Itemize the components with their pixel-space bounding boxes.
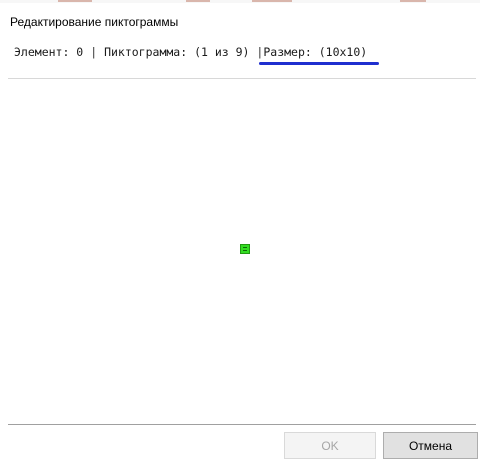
separator: | [256,45,264,59]
size-label-wrap: Размер: (10x10) [259,44,380,65]
window-top-edge [0,0,480,3]
header-divider [8,78,476,79]
element-label: Элемент: 0 [14,45,84,59]
ok-button[interactable]: OK [284,432,376,459]
pictogram-icon[interactable] [240,244,250,254]
icon-editor-canvas[interactable] [8,80,476,423]
icon-edit-dialog: Редактирование пиктограммы Элемент: 0 | … [0,0,480,459]
dialog-title: Редактирование пиктограммы [10,15,179,29]
size-annotation-underline [259,62,380,65]
separator: | [90,45,98,59]
size-label: Размер: (10x10) [263,45,368,59]
info-line: Элемент: 0 | Пиктограмма: (1 из 9) |Разм… [14,44,380,65]
footer-divider [8,424,476,425]
cancel-button[interactable]: Отмена [383,432,478,459]
icon-index-label: Пиктограмма: (1 из 9) [104,45,250,59]
